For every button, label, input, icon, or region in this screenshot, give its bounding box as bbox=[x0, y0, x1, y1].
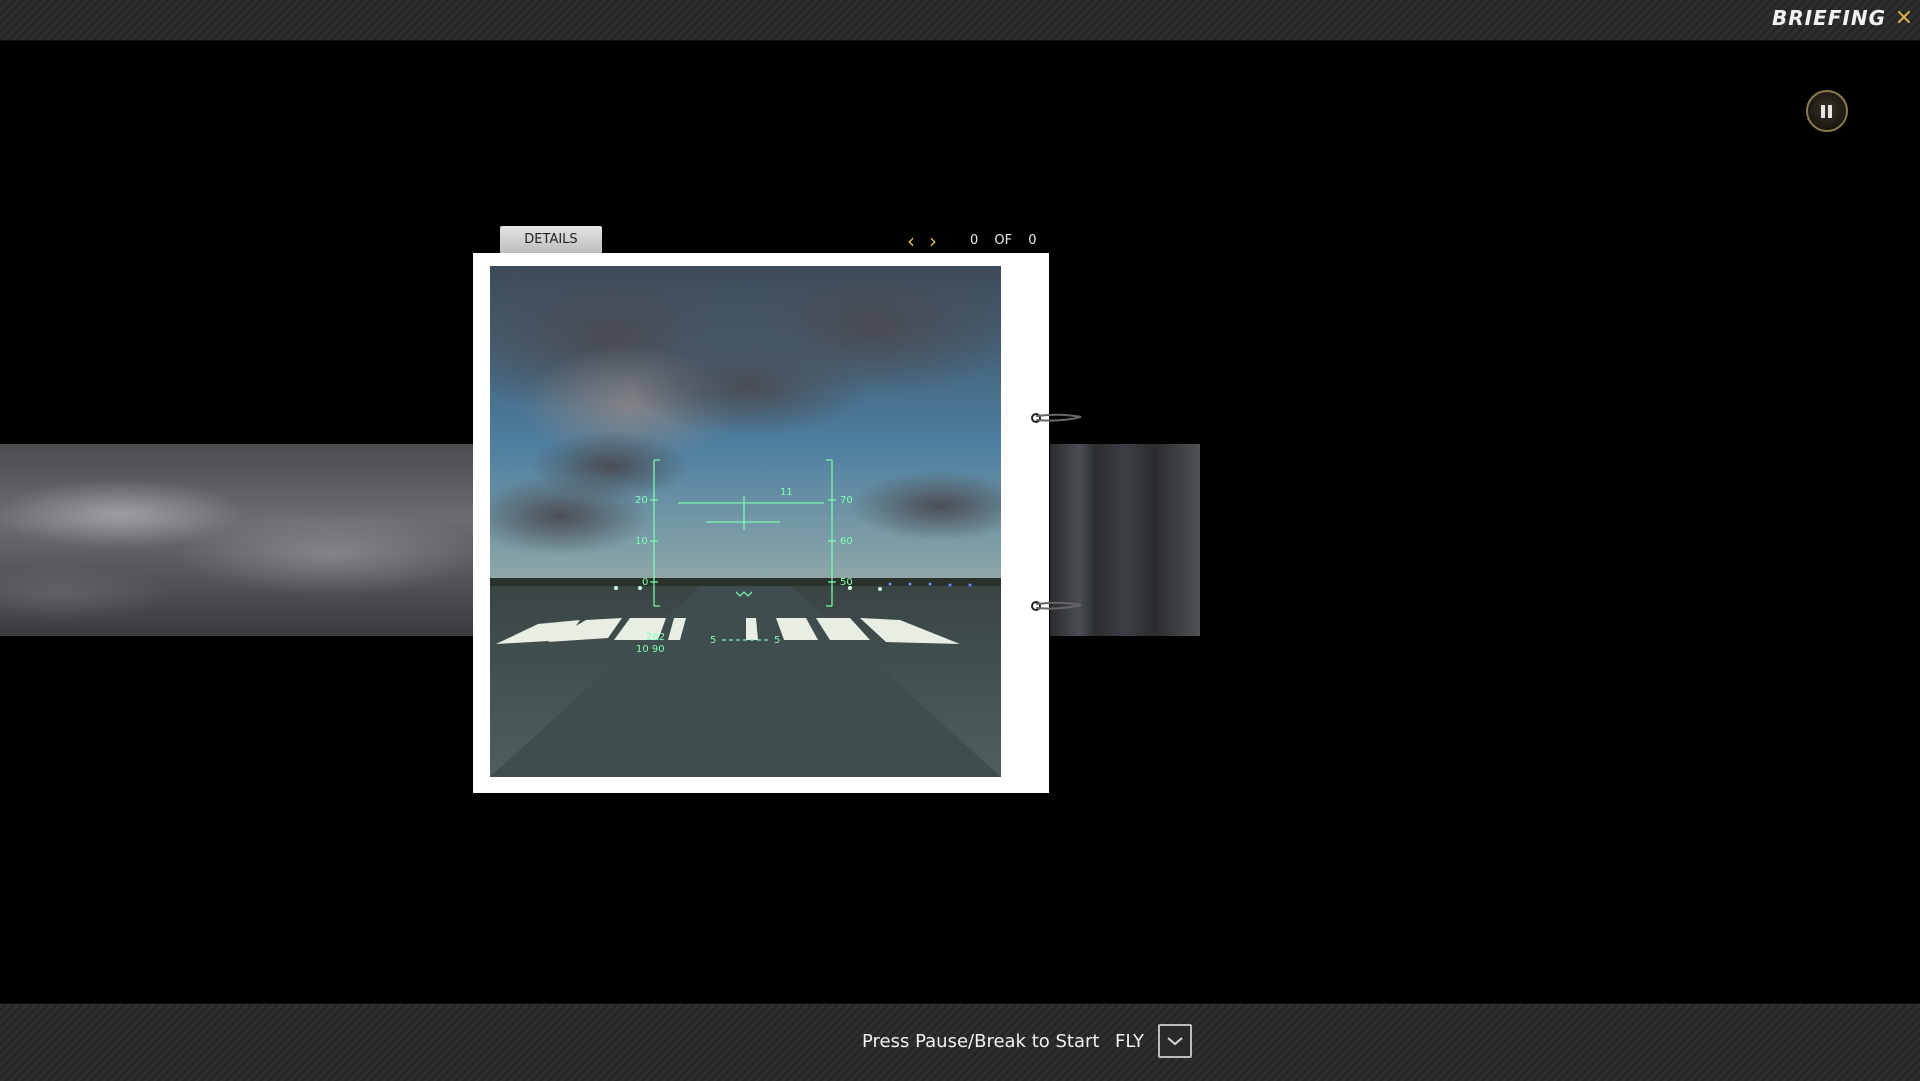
hud-right-scale-60: 60 bbox=[840, 536, 853, 547]
hud-right-scale-50: 50 bbox=[840, 577, 853, 588]
top-bar: BRIEFING × bbox=[0, 0, 1920, 41]
page-title: BRIEFING bbox=[1771, 6, 1886, 30]
binder-ring-icon bbox=[1031, 601, 1082, 611]
total-pages: 0 bbox=[1028, 233, 1037, 248]
runway-hud-image: 20 10 0 70 60 50 11 262 10 90 5 5 bbox=[490, 266, 1001, 777]
fly-dropdown-button[interactable] bbox=[1158, 1024, 1192, 1058]
binder-ring-icon bbox=[1031, 413, 1082, 423]
tab-details[interactable]: DETAILS bbox=[500, 226, 602, 253]
of-label: OF bbox=[994, 233, 1013, 248]
close-icon[interactable]: × bbox=[1892, 4, 1916, 32]
fly-label: FLY bbox=[1115, 1031, 1144, 1052]
hud-top-number: 11 bbox=[780, 487, 793, 498]
pause-icon-bar bbox=[1828, 105, 1832, 118]
start-hint: Press Pause/Break to Start bbox=[862, 1031, 1100, 1052]
background-cloud-strip bbox=[0, 444, 474, 636]
chevron-right-icon[interactable]: › bbox=[925, 230, 941, 252]
page-counter: 0 OF 0 bbox=[970, 233, 1045, 248]
chevron-left-icon[interactable]: ‹ bbox=[903, 230, 919, 252]
hud-left-scale-0: 0 bbox=[642, 577, 648, 588]
pause-icon bbox=[1821, 105, 1825, 118]
hud-readout-2: 10 90 bbox=[636, 644, 665, 655]
pause-button[interactable] bbox=[1806, 90, 1848, 132]
hud-bottom-mark-left: 5 bbox=[710, 635, 716, 646]
chevron-down-icon bbox=[1167, 1037, 1183, 1046]
hud-bottom-mark-right: 5 bbox=[774, 635, 780, 646]
hud-readout-1: 262 bbox=[646, 632, 665, 643]
hud-left-scale-20: 20 bbox=[635, 495, 648, 506]
current-page: 0 bbox=[970, 233, 979, 248]
hud-right-scale-70: 70 bbox=[840, 495, 853, 506]
hud-left-scale-10: 10 bbox=[635, 536, 648, 547]
